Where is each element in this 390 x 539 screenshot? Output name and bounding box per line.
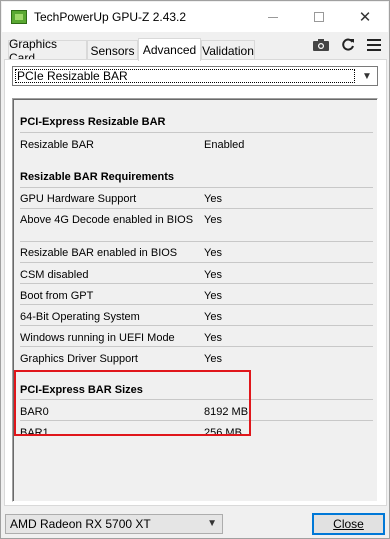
row-value: Yes (204, 311, 222, 323)
close-window-button[interactable]: ✕ (342, 2, 388, 32)
maximize-icon (314, 12, 324, 22)
row-value: Enabled (204, 139, 245, 151)
divider (20, 241, 373, 242)
row-label: Boot from GPT (20, 290, 94, 302)
category-select-value: PCIe Resizable BAR (15, 69, 355, 83)
row-value: Yes (204, 290, 222, 302)
row-label: Resizable BAR enabled in BIOS (20, 247, 178, 259)
minimize-icon (268, 16, 278, 18)
close-button-label: Close (333, 517, 364, 531)
row-label: GPU Hardware Support (20, 193, 137, 205)
section-header-rebar: PCI-Express Resizable BAR (20, 116, 166, 128)
row-label: CSM disabled (20, 269, 89, 281)
divider (20, 187, 373, 188)
divider (20, 325, 373, 326)
refresh-icon[interactable] (339, 37, 357, 53)
close-icon: ✕ (358, 9, 372, 26)
row-value: Yes (204, 269, 222, 281)
divider (20, 283, 373, 284)
tab-advanced[interactable]: Advanced (138, 38, 201, 61)
row-value: Yes (204, 214, 222, 226)
row-label: Above 4G Decode enabled in BIOS (20, 214, 194, 226)
gpu-select[interactable]: AMD Radeon RX 5700 XT ▼ (5, 514, 223, 534)
tab-graphics-card[interactable]: Graphics Card (8, 37, 87, 65)
chevron-down-icon: ▼ (207, 518, 217, 529)
details-list: PCI-Express Resizable BAR Resizable BAR … (12, 98, 378, 502)
row-value: Yes (204, 193, 222, 205)
advanced-panel: PCIe Resizable BAR ▼ PCI-Express Resizab… (4, 59, 387, 506)
divider (20, 208, 373, 209)
divider (20, 262, 373, 263)
row-value: Yes (204, 332, 222, 344)
hamburger-menu-icon[interactable] (365, 37, 383, 53)
row-label: Graphics Driver Support (20, 353, 138, 365)
gpuz-window: TechPowerUp GPU-Z 2.43.2 ✕ Graphics Card… (0, 0, 390, 539)
row-value: Yes (204, 353, 222, 365)
gpuz-app-icon (11, 10, 27, 24)
tab-sensors[interactable]: Sensors (87, 40, 138, 60)
row-label: 64-Bit Operating System (20, 311, 140, 323)
divider (20, 304, 373, 305)
section-header-requirements: Resizable BAR Requirements (20, 171, 175, 183)
close-button[interactable]: Close (312, 513, 385, 535)
camera-icon[interactable] (312, 37, 330, 53)
category-select[interactable]: PCIe Resizable BAR ▼ (12, 66, 378, 86)
chevron-down-icon: ▼ (362, 70, 372, 82)
divider (20, 132, 373, 133)
row-label: Windows running in UEFI Mode (20, 332, 175, 344)
bar-sizes-highlight-box (14, 370, 251, 436)
gpu-select-value: AMD Radeon RX 5700 XT (10, 517, 151, 531)
row-value: Yes (204, 247, 222, 259)
divider (20, 346, 373, 347)
title-bar[interactable]: TechPowerUp GPU-Z 2.43.2 ✕ (2, 2, 388, 32)
tab-validation[interactable]: Validation (201, 40, 255, 60)
row-label: Resizable BAR (20, 139, 94, 151)
window-title: TechPowerUp GPU-Z 2.43.2 (34, 10, 187, 24)
minimize-button[interactable] (250, 2, 296, 32)
maximize-button[interactable] (296, 2, 342, 32)
